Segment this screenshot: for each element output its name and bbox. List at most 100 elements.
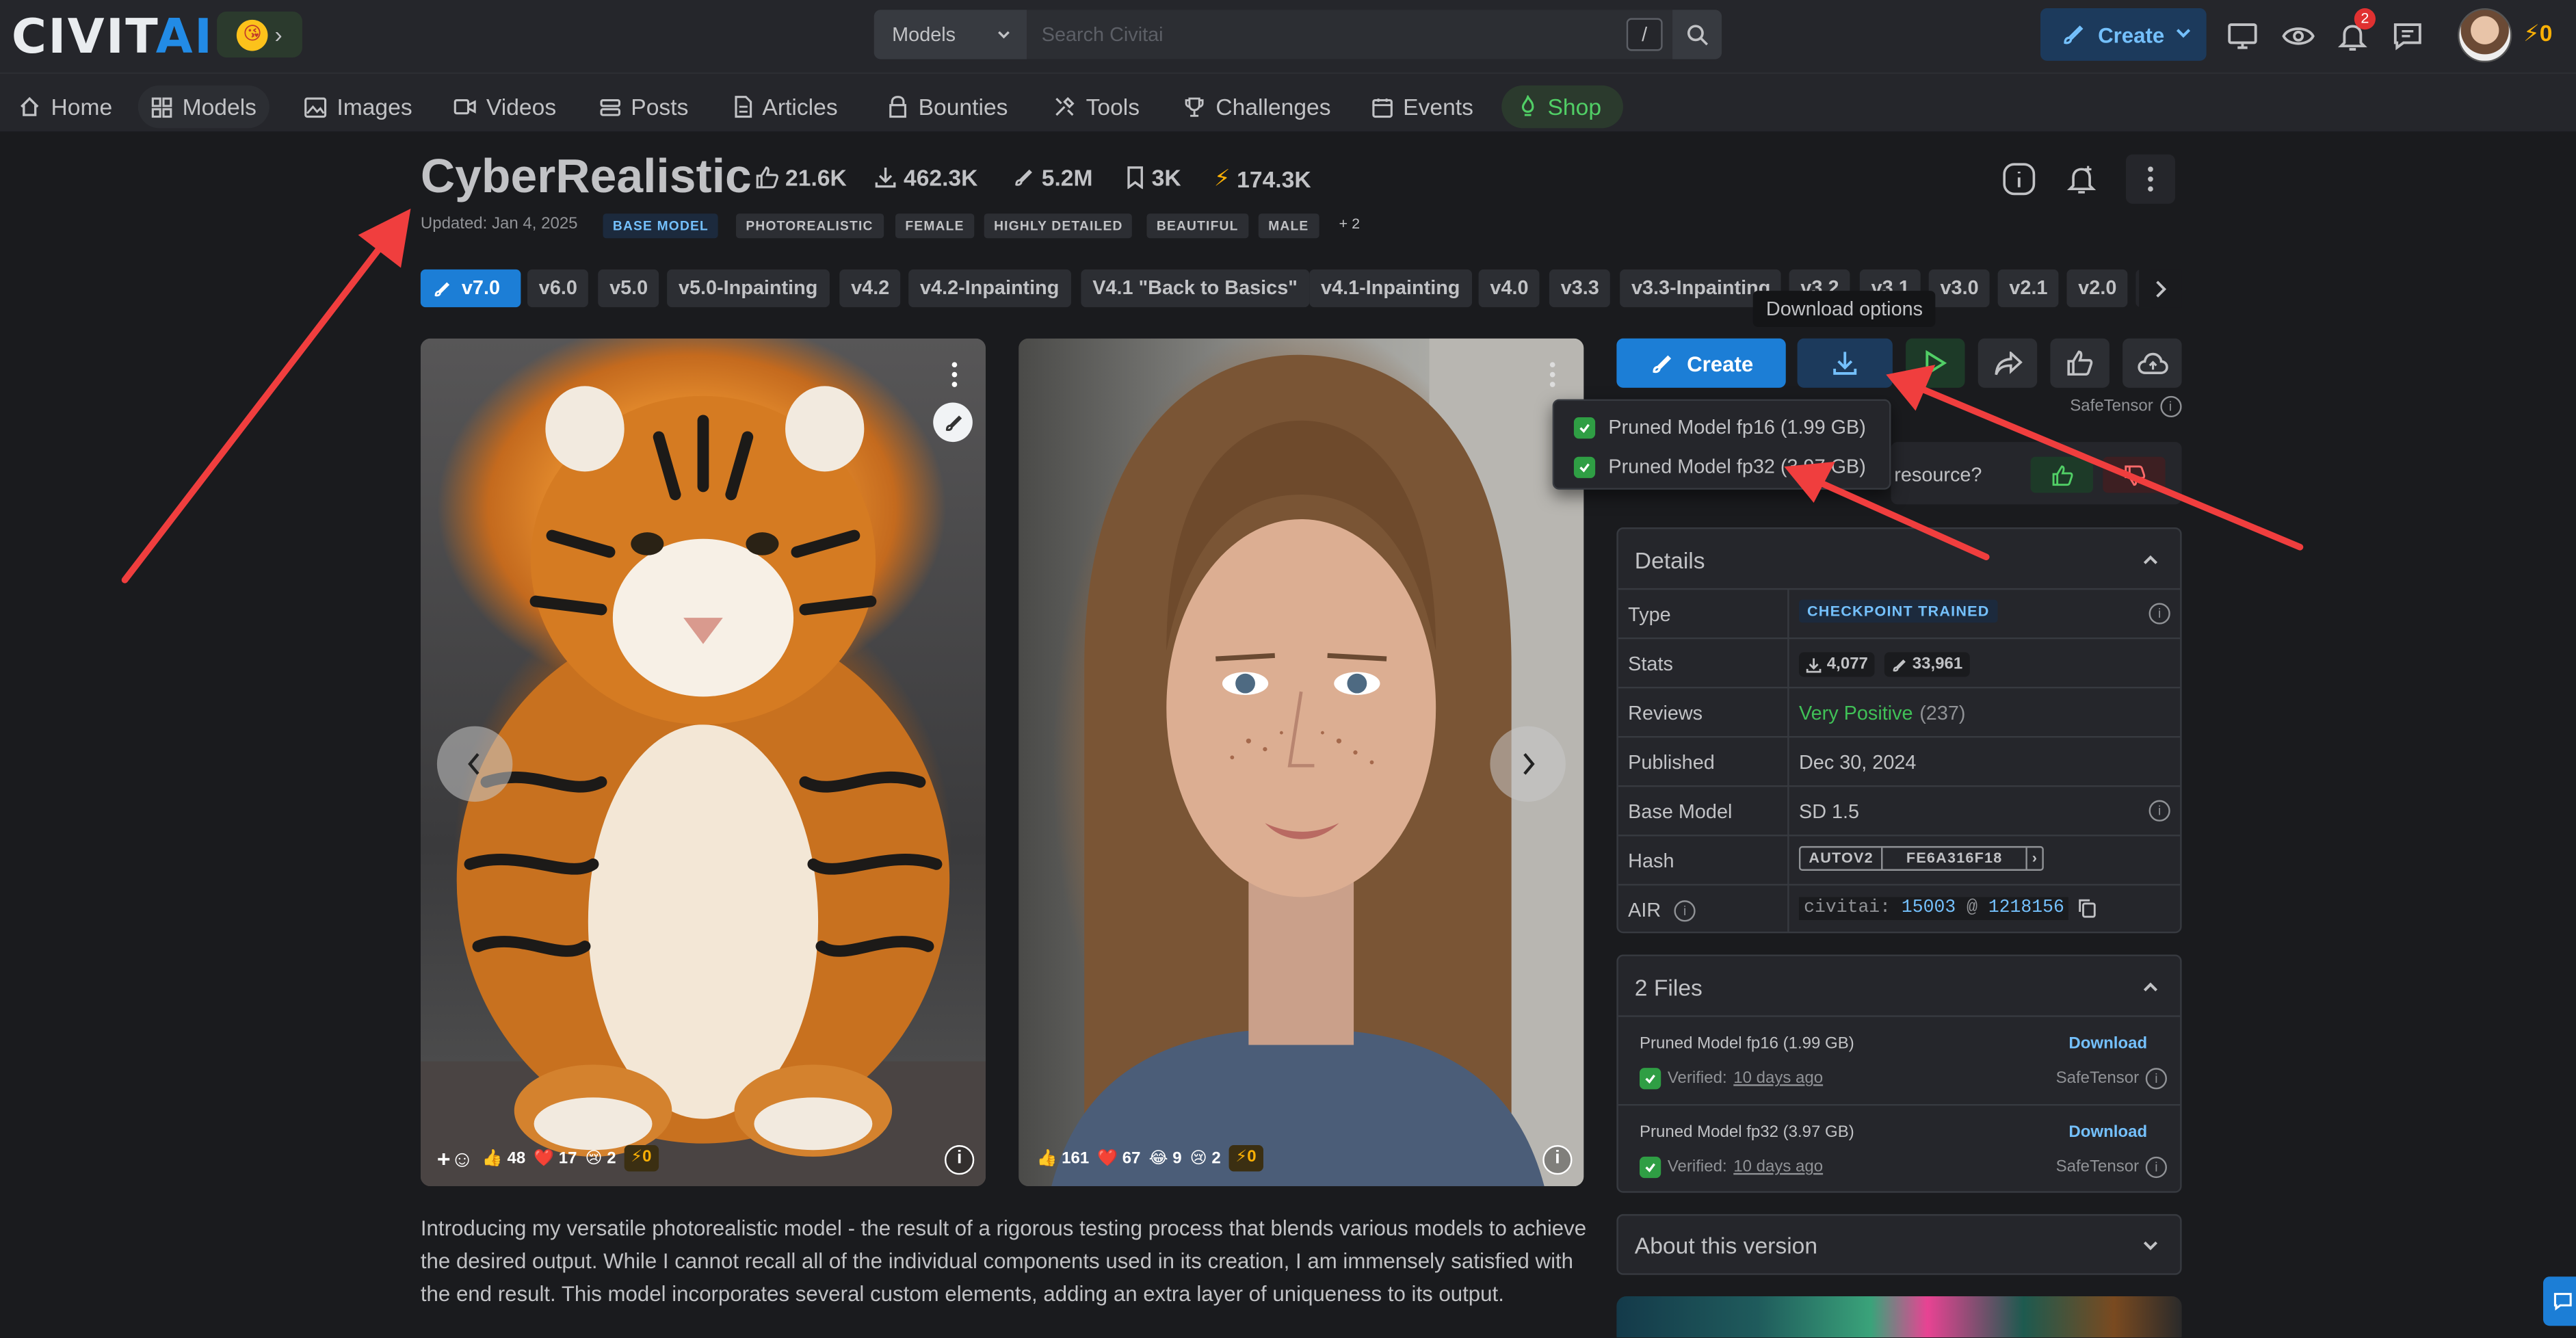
brush-icon [1893, 658, 1906, 671]
hash-selector[interactable]: AUTOV2 FE6A316F18 › [1798, 845, 2045, 871]
chevron-up-icon[interactable] [2141, 551, 2161, 570]
create-button[interactable]: Create [1616, 338, 1786, 388]
nav-item-images[interactable]: Images [291, 86, 425, 128]
image-info-icon[interactable]: i [1542, 1145, 1573, 1175]
search-scope-select[interactable]: Models [873, 10, 1027, 60]
cloud-upload-button[interactable] [2122, 338, 2182, 388]
add-reaction-icon[interactable]: +☺ [437, 1145, 474, 1171]
download-option-fp32[interactable]: Pruned Model fp32 (3.97 GB) [1573, 455, 1866, 478]
run-button[interactable] [1906, 338, 1965, 388]
buzz-tip[interactable]: ⚡0 [624, 1145, 659, 1172]
notify-button[interactable] [2057, 155, 2106, 204]
nav-item-tools[interactable]: Tools [1040, 86, 1153, 128]
review-thumbs-up-button[interactable] [2030, 456, 2093, 493]
versions-scroll-right[interactable] [2139, 269, 2182, 308]
civitai-logo[interactable]: CIVITAI [12, 12, 214, 60]
more-tags-button[interactable]: + 2 [1339, 215, 1360, 232]
chevron-up-icon[interactable] [2141, 978, 2161, 997]
remix-button[interactable] [933, 402, 973, 443]
tag[interactable]: BEAUTIFUL [1146, 213, 1248, 239]
stat-buzz: ⚡ 174.3K [1214, 164, 1311, 192]
info-icon[interactable]: i [2145, 1156, 2167, 1179]
verified-time[interactable]: 10 days ago [1733, 1158, 1823, 1176]
carousel-prev-button[interactable] [436, 726, 513, 802]
user-avatar[interactable] [2458, 8, 2512, 63]
side-chat-button[interactable] [2542, 1276, 2576, 1326]
version-tab[interactable]: v4.2 [839, 269, 902, 308]
download-button[interactable] [1797, 338, 1893, 388]
nav-item-bounties[interactable]: Bounties [874, 86, 1021, 128]
info-icon[interactable]: i [1674, 899, 1696, 921]
tag-base-model[interactable]: BASE MODEL [603, 213, 719, 239]
about-version-panel[interactable]: About this version [1616, 1214, 2182, 1275]
nav-item-models[interactable]: Models [137, 85, 270, 129]
bell-plus-icon [2066, 165, 2097, 193]
create-menu-button[interactable]: Create [2040, 8, 2207, 61]
share-button[interactable] [1977, 338, 2038, 388]
version-tab[interactable]: v4.1-Inpainting [1309, 269, 1472, 308]
info-icon[interactable]: i [2145, 1068, 2167, 1090]
info-icon[interactable]: i [2148, 603, 2170, 625]
nav-item-articles[interactable]: Articles [720, 86, 851, 128]
tag[interactable]: HIGHLY DETAILED [984, 213, 1133, 239]
image-menu-button[interactable] [940, 355, 969, 395]
like-model-button[interactable] [2050, 338, 2110, 388]
version-tab[interactable]: v2.1 [1997, 269, 2060, 308]
info-icon[interactable]: i [2148, 800, 2170, 822]
review-thumbs-down-button[interactable] [2103, 456, 2166, 493]
version-tab[interactable]: v2.0 [2066, 269, 2129, 308]
tag[interactable]: FEMALE [895, 213, 975, 239]
version-tab[interactable]: v3.3 [1549, 269, 1611, 308]
reviews-link[interactable]: Very Positive (237) [1799, 702, 1966, 725]
promo-banner[interactable] [1616, 1296, 2182, 1338]
heart-reaction[interactable]: ❤️ 17 [534, 1149, 577, 1167]
details-header[interactable]: Details [1635, 547, 1705, 573]
version-tab[interactable]: v4.0 [1478, 269, 1540, 308]
buzz-tip[interactable]: ⚡0 [1228, 1145, 1263, 1172]
file-download-link[interactable]: Download [2068, 1124, 2147, 1142]
laugh-reaction[interactable]: 😂 9 [1149, 1149, 1182, 1167]
version-tab[interactable]: v4.2-Inpainting [908, 269, 1071, 308]
files-header[interactable]: 2 Files [1635, 974, 1703, 1000]
more-options-button[interactable] [2125, 154, 2175, 204]
info-button[interactable] [1995, 155, 2044, 204]
like-reaction[interactable]: 👍 161 [1037, 1149, 1090, 1167]
verified-time[interactable]: 10 days ago [1733, 1070, 1823, 1088]
chat-icon[interactable] [2389, 18, 2425, 54]
buzz-balance[interactable]: ⚡0 [2523, 20, 2552, 48]
file-download-link[interactable]: Download [2068, 1035, 2147, 1053]
detail-label: Base Model [1628, 800, 1733, 824]
version-tab[interactable]: v5.0-Inpainting [667, 269, 830, 308]
version-tab-active[interactable]: v7.0 [420, 269, 521, 308]
nav-label: Events [1403, 93, 1473, 120]
cry-reaction[interactable]: 😢 2 [586, 1149, 616, 1167]
nav-item-posts[interactable]: Posts [586, 86, 701, 128]
eye-icon[interactable] [2281, 18, 2317, 54]
nav-item-events[interactable]: Events [1358, 86, 1486, 128]
chevron-right-icon[interactable]: › [2025, 848, 2042, 869]
image-menu-button[interactable] [1538, 355, 1567, 395]
cry-reaction[interactable]: 😢 2 [1190, 1149, 1221, 1167]
version-tab[interactable]: v5.0 [598, 269, 659, 308]
version-tab[interactable]: v6.0 [527, 269, 589, 308]
copy-icon[interactable] [2079, 899, 2097, 919]
download-option-fp16[interactable]: Pruned Model fp16 (1.99 GB) [1573, 416, 1866, 438]
image-info-icon[interactable]: i [945, 1145, 975, 1175]
nav-item-home[interactable]: Home [5, 86, 125, 128]
carousel-next-button[interactable] [1490, 726, 1566, 802]
play-icon [1926, 350, 1947, 376]
nav-item-videos[interactable]: Videos [441, 86, 570, 128]
info-icon[interactable]: i [2159, 395, 2181, 418]
heart-reaction[interactable]: ❤️ 67 [1097, 1149, 1140, 1167]
search-input[interactable] [1027, 10, 1673, 60]
search-button[interactable] [1672, 10, 1722, 60]
nav-item-challenges[interactable]: Challenges [1170, 86, 1344, 128]
monitor-icon[interactable] [2224, 18, 2261, 54]
version-tab[interactable]: v3.0 [1928, 269, 1990, 308]
version-tab[interactable]: V4.1 "Back to Basics" [1081, 269, 1309, 308]
nav-item-shop[interactable]: Shop [1501, 85, 1623, 129]
tag[interactable]: PHOTOREALISTIC [736, 213, 884, 239]
tag[interactable]: MALE [1258, 213, 1319, 239]
emoji-menu-button[interactable]: 😘 › [217, 11, 302, 58]
like-reaction[interactable]: 👍 48 [482, 1149, 525, 1167]
